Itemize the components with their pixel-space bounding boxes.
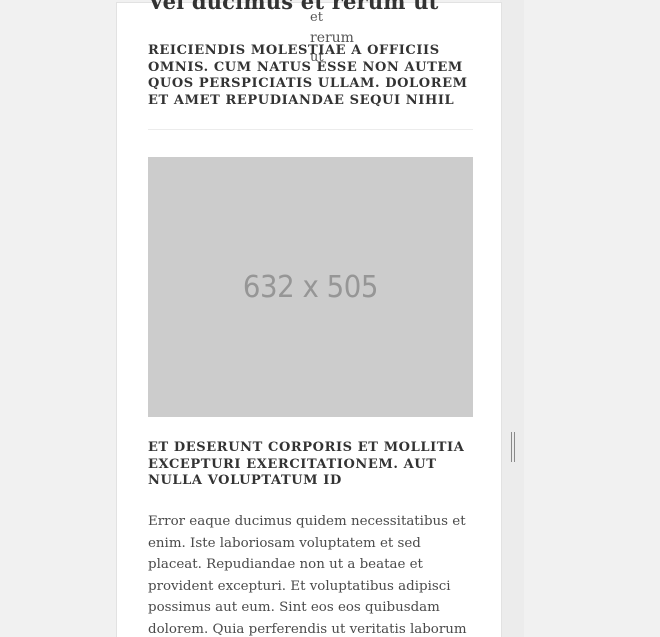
article-subtitle: Reiciendis molestiae a officiis omnis. C… <box>148 43 468 108</box>
article-card: Vel ducimus et rerum ut et rerum ut Reic… <box>116 0 502 637</box>
page: Vel ducimus et rerum ut et rerum ut Reic… <box>0 0 660 637</box>
placeholder-image-label: 632 x 505 <box>242 269 379 305</box>
article-title: Vel ducimus et rerum ut <box>148 0 439 14</box>
vertical-resize-grip-icon[interactable] <box>509 432 517 462</box>
side-panel-shadow <box>500 0 524 637</box>
section-heading: Et deserunt corporis et mollitia exceptu… <box>148 440 465 488</box>
article-body: Error eaque ducimus quidem necessitatibu… <box>148 514 467 637</box>
overflow-word: et <box>310 10 323 25</box>
placeholder-image: 632 x 505 <box>148 157 473 417</box>
divider <box>148 129 473 130</box>
